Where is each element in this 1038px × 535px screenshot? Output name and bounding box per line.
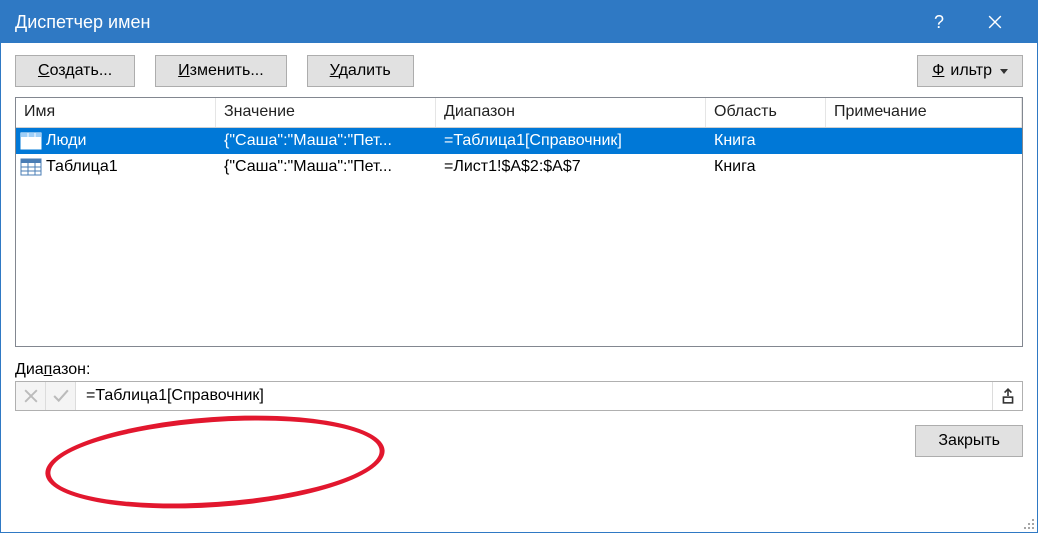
- range-input[interactable]: [76, 382, 992, 410]
- row-range: =Лист1!$A$2:$A$7: [436, 154, 706, 180]
- x-icon: [24, 389, 38, 403]
- list-body: Люди {"Саша":"Маша":"Пет...=Таблица1[Спра…: [16, 128, 1022, 346]
- resize-grip-icon: [1021, 516, 1035, 530]
- col-comment[interactable]: Примечание: [826, 98, 1022, 127]
- create-button[interactable]: Создать...: [15, 55, 135, 87]
- row-comment: [826, 128, 1022, 154]
- col-scope[interactable]: Область: [706, 98, 826, 127]
- titlebar: Диспетчер имен ?: [1, 1, 1037, 43]
- close-window-button[interactable]: [967, 1, 1023, 43]
- row-range: =Таблица1[Справочник]: [436, 128, 706, 154]
- col-range[interactable]: Диапазон: [436, 98, 706, 127]
- col-name[interactable]: Имя: [16, 98, 216, 127]
- col-value[interactable]: Значение: [216, 98, 436, 127]
- range-accept-button: [46, 382, 76, 410]
- names-list: Имя Значение Диапазон Область Примечание…: [15, 97, 1023, 347]
- name-manager-dialog: Диспетчер имен ? Создать... Изменить... …: [0, 0, 1038, 533]
- row-name: Люди: [46, 132, 86, 150]
- collapse-dialog-button[interactable]: [992, 382, 1022, 410]
- collapse-icon: [1000, 388, 1016, 404]
- row-scope: Книга: [706, 154, 826, 180]
- range-bar: [15, 381, 1023, 411]
- resize-grip[interactable]: [1021, 516, 1035, 530]
- dialog-body: Создать... Изменить... Удалить Фильтр Им…: [1, 43, 1037, 532]
- table-row[interactable]: Таблица1 {"Саша":"Маша":"Пет...=Лист1!$A$…: [16, 154, 1022, 180]
- footer: Закрыть: [15, 411, 1023, 461]
- row-scope: Книга: [706, 128, 826, 154]
- range-cancel-button: [16, 382, 46, 410]
- close-button[interactable]: Закрыть: [915, 425, 1023, 457]
- edit-button[interactable]: Изменить...: [155, 55, 287, 87]
- table-icon: [20, 132, 42, 150]
- window-title: Диспетчер имен: [15, 12, 911, 33]
- close-icon: [988, 15, 1002, 29]
- delete-button[interactable]: Удалить: [307, 55, 414, 87]
- check-icon: [53, 389, 69, 403]
- filter-button[interactable]: Фильтр: [917, 55, 1023, 87]
- table-icon: [20, 158, 42, 176]
- toolbar: Создать... Изменить... Удалить Фильтр: [15, 55, 1023, 87]
- help-button[interactable]: ?: [911, 1, 967, 43]
- row-value: {"Саша":"Маша":"Пет...: [216, 128, 436, 154]
- table-row[interactable]: Люди {"Саша":"Маша":"Пет...=Таблица1[Спра…: [16, 128, 1022, 154]
- list-header: Имя Значение Диапазон Область Примечание: [16, 98, 1022, 128]
- range-label: Диапазон:: [15, 361, 1023, 379]
- row-name: Таблица1: [46, 158, 118, 176]
- row-value: {"Саша":"Маша":"Пет...: [216, 154, 436, 180]
- row-comment: [826, 154, 1022, 180]
